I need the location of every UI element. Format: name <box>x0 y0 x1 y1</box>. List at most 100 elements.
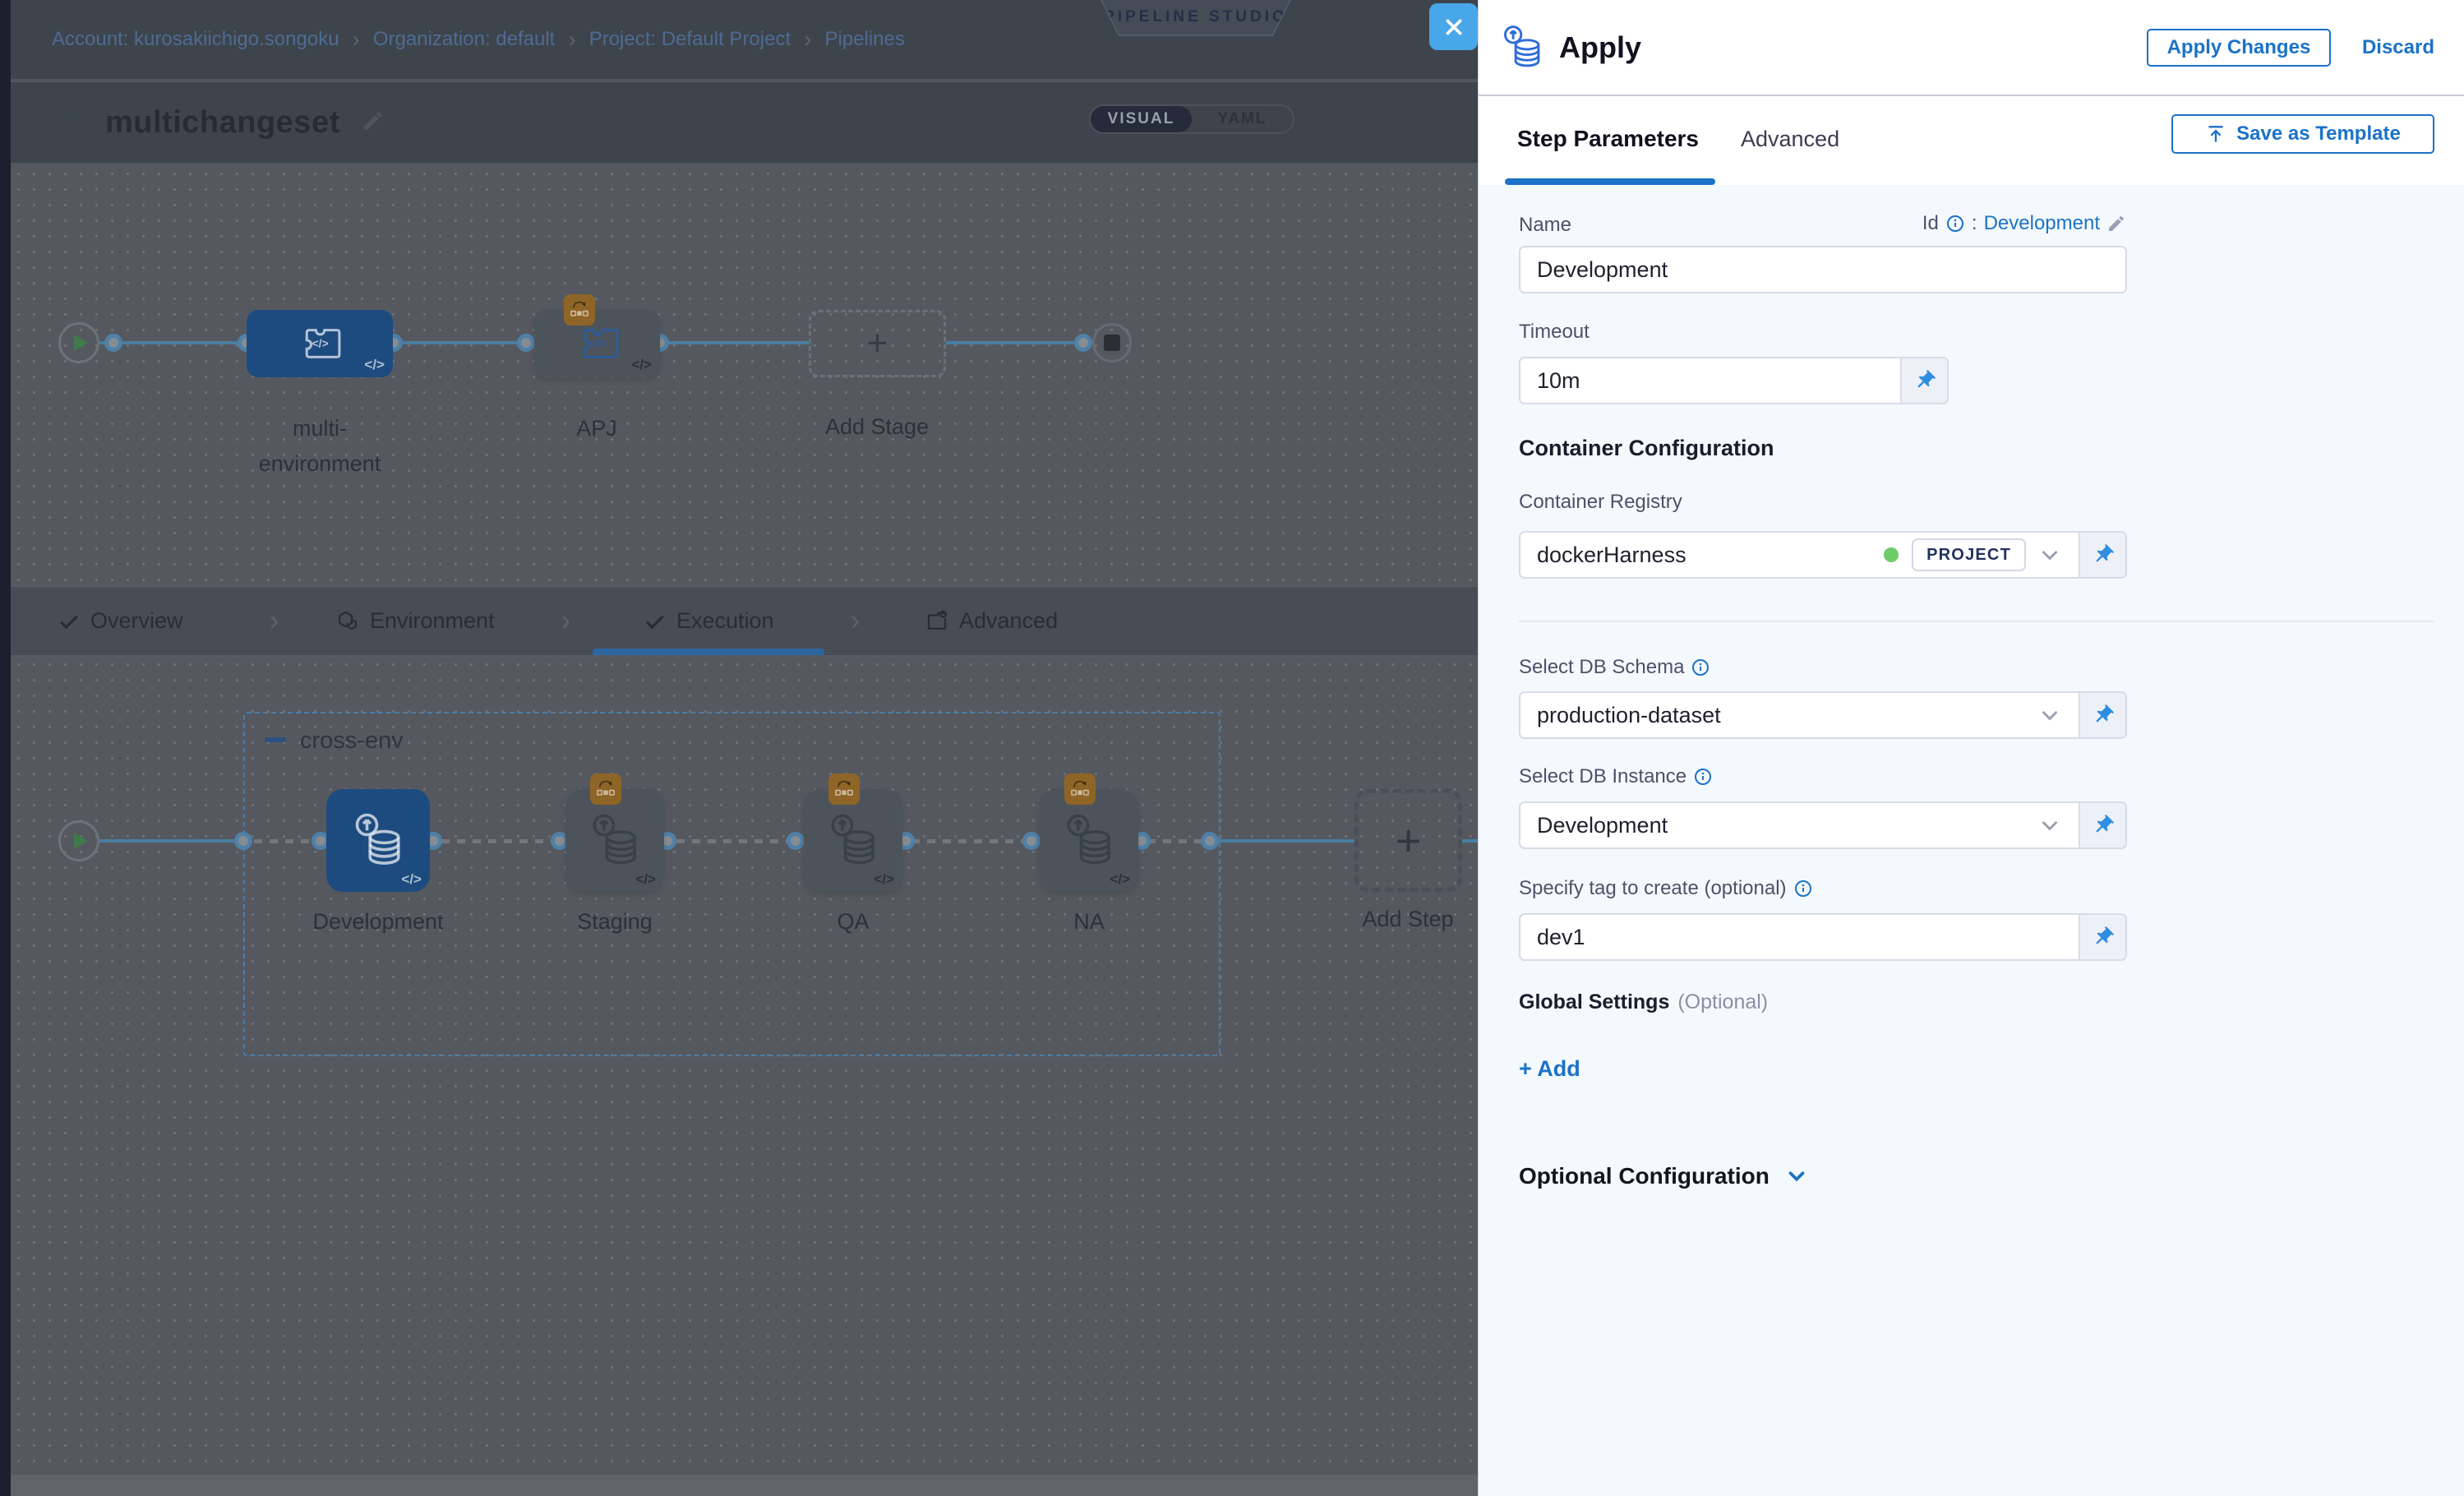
info-icon[interactable] <box>1691 658 1710 677</box>
chevron-down-icon[interactable] <box>2037 703 2062 727</box>
tab-overview[interactable]: Overview <box>58 587 183 655</box>
edit-id-icon[interactable] <box>2106 214 2126 233</box>
connector-port[interactable] <box>104 334 122 352</box>
dashed-connector <box>441 839 556 843</box>
step-label[interactable]: NA <box>1023 904 1155 940</box>
tab-step-parameters[interactable]: Step Parameters <box>1517 98 1699 180</box>
db-schema-select[interactable]: production-dataset <box>1519 691 2080 739</box>
tab-advanced[interactable]: Advanced <box>925 587 1058 655</box>
step-label[interactable]: QA <box>787 904 919 940</box>
breadcrumb-organization[interactable]: Organization: default <box>373 28 555 51</box>
discard-button[interactable]: Discard <box>2362 36 2434 59</box>
chevron-down-icon[interactable] <box>2037 543 2062 567</box>
pin-icon <box>2092 814 2115 837</box>
id-row: Id : Development <box>1922 212 2126 235</box>
toggle-visual[interactable]: VISUAL <box>1091 106 1192 132</box>
connector-port[interactable] <box>787 832 805 850</box>
runtime-input-pin-button[interactable] <box>1902 357 1949 404</box>
template-badge-icon <box>1064 773 1096 805</box>
breadcrumb-separator: › <box>353 26 360 53</box>
environment-icon <box>335 609 360 634</box>
connector-line <box>99 839 239 843</box>
add-step-label[interactable]: Add Step <box>1342 902 1474 937</box>
db-instance-label: Select DB Instance <box>1519 765 1713 788</box>
check-icon <box>58 610 81 633</box>
db-instance-select[interactable]: Development <box>1519 801 2080 849</box>
collapsed-sidenav-edge <box>0 0 11 1496</box>
connector-port[interactable] <box>1022 832 1041 850</box>
tag-input[interactable] <box>1519 913 2080 961</box>
tag-label: Specify tag to create (optional) <box>1519 877 1813 900</box>
connector-line <box>946 341 1092 344</box>
info-icon[interactable] <box>1793 879 1813 898</box>
info-icon[interactable] <box>1945 214 1965 233</box>
step-group-label[interactable]: cross-env <box>300 727 404 755</box>
save-as-template-button[interactable]: Save as Template <box>2171 114 2434 154</box>
tab-environment[interactable]: Environment <box>335 587 495 655</box>
name-field-row <box>1519 246 2127 293</box>
pipeline-studio-badge: PIPELINE STUDIO <box>1100 0 1291 36</box>
connector-port[interactable] <box>234 832 252 850</box>
info-icon[interactable] <box>1693 767 1713 787</box>
container-registry-select[interactable]: dockerHarness PROJECT <box>1519 531 2080 579</box>
panel-title: Apply <box>1559 30 1641 65</box>
tab-execution[interactable]: Execution <box>644 587 774 655</box>
breadcrumb-account[interactable]: Account: kurosakiichigo.songoku <box>52 28 339 51</box>
connector-port[interactable] <box>1074 334 1092 352</box>
edit-pipeline-name-icon[interactable] <box>362 109 385 136</box>
execution-canvas[interactable]: cross-env </> Development <box>11 657 1478 1496</box>
code-badge-icon: </> <box>874 871 894 888</box>
add-global-setting-button[interactable]: + Add <box>1519 1056 1580 1082</box>
canvas-scroll-strip[interactable] <box>11 1475 1478 1496</box>
runtime-input-pin-button[interactable] <box>2080 801 2127 849</box>
chevron-down-icon <box>1784 1164 1809 1189</box>
template-badge-icon <box>590 773 621 805</box>
breadcrumb-pipelines[interactable]: Pipelines <box>824 28 904 51</box>
runtime-input-pin-button[interactable] <box>2080 691 2127 739</box>
pin-icon <box>2092 926 2115 949</box>
stage-label[interactable]: APJ <box>531 411 662 446</box>
connector-port[interactable] <box>517 334 535 352</box>
panel-tabs: Step Parameters Advanced Save as Templat… <box>1479 98 2464 185</box>
chained-pipeline-badge-icon <box>564 294 595 326</box>
chevron-down-icon[interactable] <box>2037 813 2062 838</box>
visual-yaml-toggle[interactable]: VISUAL YAML <box>1089 104 1294 134</box>
active-tab-indicator <box>1505 178 1715 185</box>
tag-row <box>1519 913 2127 961</box>
check-icon <box>644 610 667 633</box>
step-card-development[interactable]: </> <box>326 789 430 892</box>
add-stage-label[interactable]: Add Stage <box>811 409 943 445</box>
tab-chevron-icon: › <box>561 587 570 655</box>
pin-icon <box>2092 704 2115 727</box>
stage-card-multi-environment[interactable]: </> </> <box>247 310 393 377</box>
toggle-yaml[interactable]: YAML <box>1192 106 1293 132</box>
dashed-connector <box>676 839 791 843</box>
dashed-connector <box>911 839 1028 843</box>
tab-step-advanced[interactable]: Advanced <box>1741 98 1839 180</box>
add-step-button[interactable]: + <box>1354 789 1462 892</box>
name-input[interactable] <box>1519 246 2127 293</box>
pipeline-graph-icon <box>49 104 87 141</box>
optional-hint: (Optional) <box>1677 990 1768 1014</box>
breadcrumb-project[interactable]: Project: Default Project <box>589 28 791 51</box>
runtime-input-pin-button[interactable] <box>2080 531 2127 579</box>
optional-configuration-toggle[interactable]: Optional Configuration <box>1519 1163 1809 1189</box>
pin-icon <box>1913 369 1936 392</box>
stage-label[interactable]: multi-environment <box>254 411 385 482</box>
collapse-group-icon[interactable] <box>265 737 286 742</box>
stage-card-apj[interactable]: </> </> <box>534 310 660 377</box>
play-icon <box>74 833 88 849</box>
add-stage-button[interactable]: + <box>809 310 946 377</box>
step-label[interactable]: Staging <box>549 904 681 940</box>
code-badge-icon: </> <box>364 357 385 373</box>
apply-changes-button[interactable]: Apply Changes <box>2147 29 2331 67</box>
global-settings-label: Global Settings <box>1519 990 1669 1014</box>
svg-text:</>: </> <box>589 337 606 350</box>
stop-icon <box>1104 335 1120 351</box>
connector-port[interactable] <box>1201 832 1219 850</box>
stage-canvas[interactable]: </> </> multi-environment </> </> APJ + <box>11 166 1478 585</box>
timeout-input[interactable] <box>1519 357 1902 404</box>
runtime-input-pin-button[interactable] <box>2080 913 2127 961</box>
close-panel-button[interactable] <box>1429 3 1478 50</box>
step-label[interactable]: Development <box>312 904 444 940</box>
